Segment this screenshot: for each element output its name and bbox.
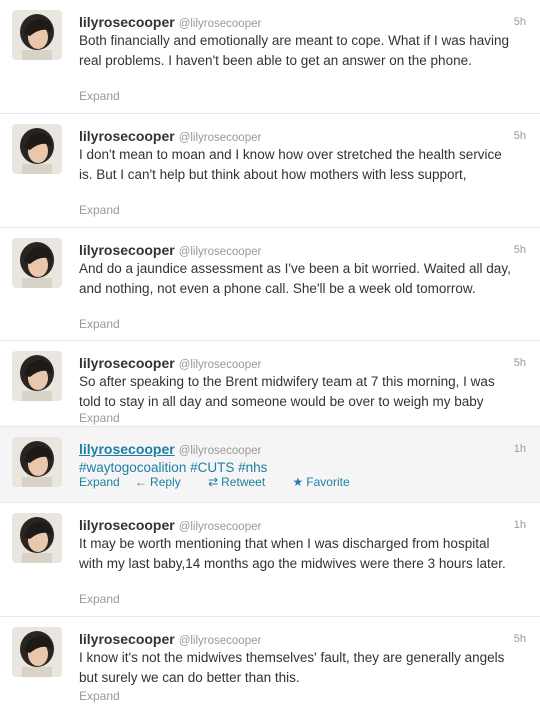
handle[interactable]: @lilyrosecooper [179, 18, 262, 30]
timestamp[interactable]: 5h [514, 629, 526, 649]
reply-label: Reply [150, 475, 181, 489]
timestamp[interactable]: 5h [514, 353, 526, 373]
username[interactable]: lilyrosecooper [79, 128, 175, 144]
handle[interactable]: @lilyrosecooper [179, 521, 262, 533]
expand-link[interactable]: Expand [79, 203, 120, 217]
expand-link[interactable]: Expand [79, 89, 120, 103]
tweet-text: So after speaking to the Brent midwifery… [79, 374, 495, 409]
handle[interactable]: @lilyrosecooper [179, 246, 262, 258]
avatar[interactable] [12, 124, 62, 174]
timestamp[interactable]: 1h [514, 515, 526, 535]
handle[interactable]: @lilyrosecooper [179, 445, 262, 457]
tweet-text: I don't mean to moan and I know how over… [79, 147, 502, 182]
expand-link[interactable]: Expand [79, 317, 120, 331]
username[interactable]: lilyrosecooper [79, 441, 175, 457]
tweet: lilyrosecooper @lilyrosecooper 5h I don't… [0, 114, 540, 228]
username[interactable]: lilyrosecooper [79, 517, 175, 533]
expand-link[interactable]: Expand [79, 411, 120, 425]
expand-link[interactable]: Expand [79, 592, 120, 606]
handle[interactable]: @lilyrosecooper [179, 635, 262, 647]
avatar[interactable] [12, 513, 62, 563]
tweet-feed: lilyrosecooper @lilyrosecooper 5h Both fi… [0, 0, 540, 709]
retweet-button[interactable]: ⇄ Retweet [208, 475, 277, 489]
handle[interactable]: @lilyrosecooper [179, 359, 262, 371]
username[interactable]: lilyrosecooper [79, 631, 175, 647]
avatar[interactable] [12, 10, 62, 60]
tweet-text: I know it's not the midwives themselves'… [79, 650, 505, 685]
expand-link[interactable]: Expand [79, 475, 120, 489]
retweet-label: Retweet [221, 475, 266, 489]
star-icon: ★ [292, 475, 304, 489]
timestamp[interactable]: 5h [514, 240, 526, 260]
username[interactable]: lilyrosecooper [79, 14, 175, 30]
tweet: lilyrosecooper @lilyrosecooper 1h It may … [0, 503, 540, 617]
tweet: lilyrosecooper @lilyrosecooper 5h So afte… [0, 341, 540, 427]
reply-arrow-icon: ← [135, 475, 148, 489]
favorite-label: Favorite [306, 475, 350, 489]
avatar[interactable] [12, 437, 62, 487]
tweet-text: It may be worth mentioning that when I w… [79, 536, 506, 571]
tweet-highlighted: lilyrosecooper @lilyrosecooper 1h #waytog… [0, 427, 540, 503]
tweet-text: Both financially and emotionally are mea… [79, 33, 509, 68]
reply-button[interactable]: ← Reply [135, 475, 193, 489]
username[interactable]: lilyrosecooper [79, 242, 175, 258]
tweet: lilyrosecooper @lilyrosecooper 5h Both fi… [0, 0, 540, 114]
timestamp[interactable]: 5h [514, 12, 526, 32]
expand-link[interactable]: Expand [79, 689, 120, 703]
handle[interactable]: @lilyrosecooper [179, 132, 262, 144]
tweet: lilyrosecooper @lilyrosecooper 5h And do … [0, 228, 540, 341]
username[interactable]: lilyrosecooper [79, 355, 175, 371]
tweet: lilyrosecooper @lilyrosecooper 5h I know … [0, 617, 540, 709]
avatar[interactable] [12, 627, 62, 677]
tweet-text: And do a jaundice assessment as I've bee… [79, 261, 511, 296]
favorite-button[interactable]: ★ Favorite [293, 475, 362, 489]
avatar[interactable] [12, 238, 62, 288]
retweet-icon: ⇄ [208, 475, 219, 489]
timestamp[interactable]: 1h [514, 439, 526, 459]
avatar[interactable] [12, 351, 62, 401]
timestamp[interactable]: 5h [514, 126, 526, 146]
